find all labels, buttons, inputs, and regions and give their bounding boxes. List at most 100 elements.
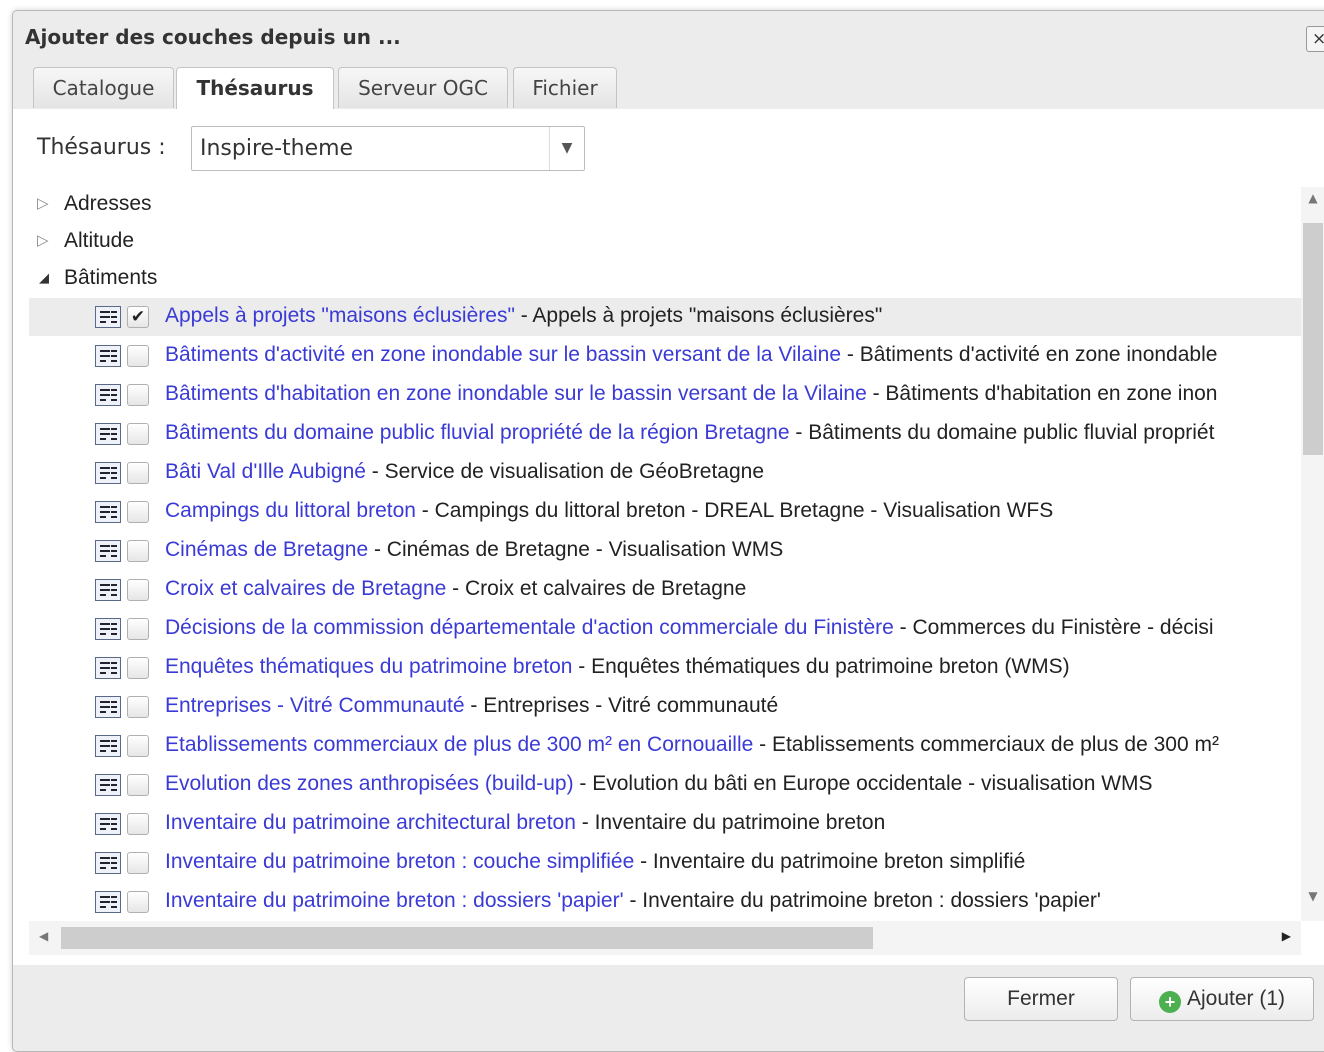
metadata-icon[interactable] (95, 540, 121, 562)
layer-row[interactable]: Enquêtes thématiques du patrimoine breto… (29, 649, 1303, 687)
layer-title-link[interactable]: Entreprises - Vitré Communauté (165, 694, 465, 717)
layer-checkbox[interactable] (127, 852, 149, 874)
metadata-icon[interactable] (95, 891, 121, 913)
metadata-icon[interactable] (95, 852, 121, 874)
layer-title-link[interactable]: Enquêtes thématiques du patrimoine breto… (165, 655, 572, 678)
close-icon[interactable]: × (1306, 26, 1324, 52)
layer-checkbox[interactable] (127, 735, 149, 757)
layer-title-link[interactable]: Cinémas de Bretagne (165, 538, 368, 561)
thesaurus-tree: ▷ Adresses ▷ Altitude ◢ Bâtiments ✔ Appel… (29, 187, 1303, 921)
layer-title-link[interactable]: Evolution des zones anthropisées (build-… (165, 772, 574, 795)
layer-title-link[interactable]: Bâtiments du domaine public fluvial prop… (165, 421, 790, 444)
layer-title-link[interactable]: Bâtiments d'activité en zone inondable s… (165, 343, 841, 366)
layer-row[interactable]: Bâtiments d'habitation en zone inondable… (29, 376, 1303, 414)
dialog-title: Ajouter des couches depuis un ... (25, 25, 401, 49)
metadata-icon[interactable] (95, 462, 121, 484)
layer-row[interactable]: Inventaire du patrimoine architectural b… (29, 805, 1303, 843)
metadata-icon[interactable] (95, 657, 121, 679)
layer-text: Cinémas de Bretagne - Cinémas de Bretagn… (165, 538, 783, 562)
layer-description: - Croix et calvaires de Bretagne (446, 577, 747, 600)
layer-row[interactable]: Etablissements commerciaux de plus de 30… (29, 727, 1303, 765)
tree-node-altitude[interactable]: ▷ Altitude (29, 224, 1303, 260)
vertical-scrollbar[interactable]: ▲ ▼ (1301, 187, 1324, 921)
layer-title-link[interactable]: Croix et calvaires de Bretagne (165, 577, 446, 600)
layer-title-link[interactable]: Bâti Val d'Ille Aubigné (165, 460, 366, 483)
layer-text: Appels à projets "maisons éclusières" - … (165, 304, 882, 328)
layer-checkbox[interactable] (127, 813, 149, 835)
layer-checkbox[interactable] (127, 423, 149, 445)
layer-checkbox[interactable] (127, 657, 149, 679)
layer-row[interactable]: Entreprises - Vitré Communauté - Entrepr… (29, 688, 1303, 726)
layer-row[interactable]: Inventaire du patrimoine breton : dossie… (29, 883, 1303, 921)
layer-text: Inventaire du patrimoine breton : dossie… (165, 889, 1101, 913)
metadata-icon[interactable] (95, 579, 121, 601)
layer-row[interactable]: Bâtiments du domaine public fluvial prop… (29, 415, 1303, 453)
layer-checkbox[interactable] (127, 891, 149, 913)
layer-description: - Inventaire du patrimoine breton : doss… (623, 889, 1101, 912)
metadata-icon[interactable] (95, 618, 121, 640)
layer-row[interactable]: Campings du littoral breton - Campings d… (29, 493, 1303, 531)
metadata-icon[interactable] (95, 423, 121, 445)
metadata-icon[interactable] (95, 384, 121, 406)
triangle-right-icon[interactable]: ▷ (37, 231, 49, 249)
layer-checkbox[interactable] (127, 618, 149, 640)
layer-checkbox-checked[interactable]: ✔ (127, 306, 149, 328)
scroll-right-icon[interactable]: ▶ (1282, 929, 1291, 943)
metadata-icon[interactable] (95, 696, 121, 718)
tab-fichier[interactable]: Fichier (513, 67, 617, 108)
triangle-right-icon[interactable]: ▷ (37, 194, 49, 212)
tab-thesaurus[interactable]: Thésaurus (176, 67, 334, 110)
layer-checkbox[interactable] (127, 579, 149, 601)
tab-catalogue[interactable]: Catalogue (33, 67, 174, 108)
layer-row[interactable]: Inventaire du patrimoine breton : couche… (29, 844, 1303, 882)
layer-title-link[interactable]: Inventaire du patrimoine architectural b… (165, 811, 576, 834)
metadata-icon[interactable] (95, 813, 121, 835)
chevron-down-icon[interactable]: ▼ (549, 127, 584, 170)
layer-row[interactable]: Cinémas de Bretagne - Cinémas de Bretagn… (29, 532, 1303, 570)
layer-row[interactable]: Bâti Val d'Ille Aubigné - Service de vis… (29, 454, 1303, 492)
layer-title-link[interactable]: Décisions de la commission départemental… (165, 616, 894, 639)
metadata-icon[interactable] (95, 735, 121, 757)
tab-bar: Catalogue Thésaurus Serveur OGC Fichier (13, 65, 1324, 110)
layer-text: Croix et calvaires de Bretagne - Croix e… (165, 577, 746, 601)
layer-checkbox[interactable] (127, 345, 149, 367)
layer-title-link[interactable]: Appels à projets "maisons éclusières" (165, 304, 515, 327)
layer-text: Campings du littoral breton - Campings d… (165, 499, 1053, 523)
thesaurus-select[interactable]: Inspire-theme ▼ (191, 126, 585, 171)
layer-row[interactable]: ✔ Appels à projets "maisons éclusières" -… (29, 298, 1303, 336)
layer-checkbox[interactable] (127, 501, 149, 523)
layer-title-link[interactable]: Campings du littoral breton (165, 499, 416, 522)
scroll-down-icon[interactable]: ▼ (1301, 889, 1324, 919)
layer-title-link[interactable]: Inventaire du patrimoine breton : couche… (165, 850, 634, 873)
layer-checkbox[interactable] (127, 462, 149, 484)
horizontal-scrollbar[interactable]: ◀ ▶ (29, 921, 1301, 955)
layer-row[interactable]: Bâtiments d'activité en zone inondable s… (29, 337, 1303, 375)
metadata-icon[interactable] (95, 345, 121, 367)
layer-row[interactable]: Croix et calvaires de Bretagne - Croix e… (29, 571, 1303, 609)
layer-row[interactable]: Décisions de la commission départemental… (29, 610, 1303, 648)
layer-title-link[interactable]: Etablissements commerciaux de plus de 30… (165, 733, 753, 756)
layer-description: - Evolution du bâti en Europe occidental… (573, 772, 1153, 795)
layer-title-link[interactable]: Inventaire du patrimoine breton : dossie… (165, 889, 624, 912)
metadata-icon[interactable] (95, 306, 121, 328)
add-button[interactable]: + Ajouter (1) (1130, 977, 1314, 1021)
layer-checkbox[interactable] (127, 540, 149, 562)
scroll-up-icon[interactable]: ▲ (1301, 191, 1324, 221)
layer-checkbox[interactable] (127, 696, 149, 718)
scroll-left-icon[interactable]: ◀ (39, 929, 48, 943)
layer-title-link[interactable]: Bâtiments d'habitation en zone inondable… (165, 382, 867, 405)
close-button[interactable]: Fermer (964, 977, 1118, 1021)
tree-node-batiments[interactable]: ◢ Bâtiments (29, 261, 1303, 297)
triangle-down-icon[interactable]: ◢ (39, 271, 49, 286)
metadata-icon[interactable] (95, 774, 121, 796)
layer-checkbox[interactable] (127, 384, 149, 406)
layer-row[interactable]: Evolution des zones anthropisées (build-… (29, 766, 1303, 804)
layer-checkbox[interactable] (127, 774, 149, 796)
tab-serveur-ogc[interactable]: Serveur OGC (338, 67, 508, 108)
dialog-titlebar[interactable]: Ajouter des couches depuis un ... × (13, 11, 1324, 65)
tree-node-adresses[interactable]: ▷ Adresses (29, 187, 1303, 223)
layer-description: - Cinémas de Bretagne - Visualisation WM… (368, 538, 784, 561)
vertical-scroll-thumb[interactable] (1303, 223, 1323, 455)
metadata-icon[interactable] (95, 501, 121, 523)
horizontal-scroll-thumb[interactable] (61, 927, 873, 949)
